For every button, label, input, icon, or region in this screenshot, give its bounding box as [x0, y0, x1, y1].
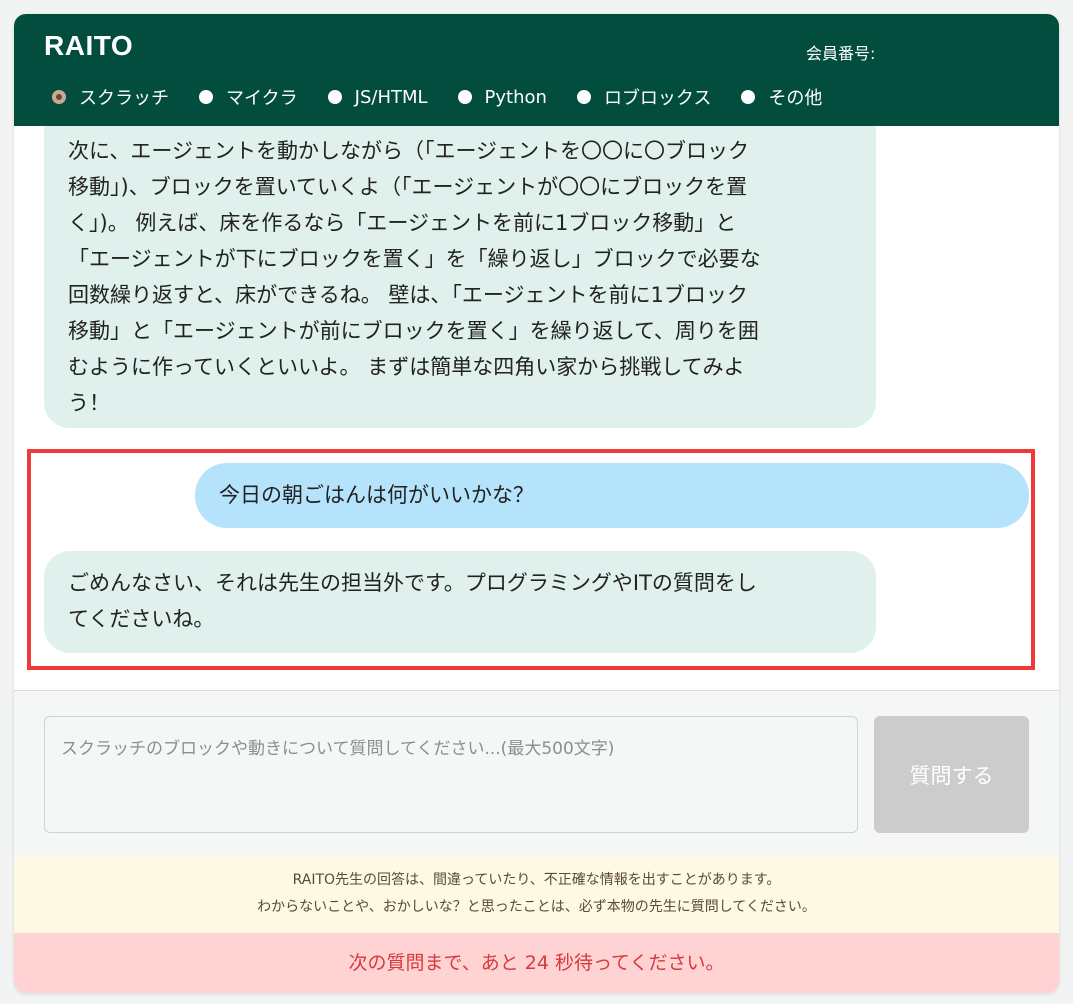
cooldown-message: 次の質問まで、あと 24 秒待ってください。: [14, 933, 1059, 993]
bot-message-bubble: ごめんなさい、それは先生の担当外です。プログラミングやITの質問をし てください…: [44, 551, 876, 653]
radio-label: スクラッチ: [79, 88, 169, 109]
submit-question-button[interactable]: 質問する: [874, 716, 1029, 833]
radio-label: Python: [484, 86, 547, 108]
input-area: 質問する: [14, 691, 1059, 857]
disclaimer-notice: RAITO先生の回答は、間違っていたり、不正確な情報を出すことがあります。 わか…: [14, 857, 1059, 933]
chat-log[interactable]: 次に、エージェントを動かしながら（「エージェントを〇〇に〇ブロック 移動」)、ブ…: [14, 126, 1059, 690]
message-line: 「エージェントが下にブロックを置く」を「繰り返し」ブロックで必要な: [68, 247, 761, 271]
radio-unchecked-icon: [457, 90, 472, 104]
radio-label: マイクラ: [226, 88, 298, 109]
radio-label: その他: [768, 88, 823, 109]
question-input[interactable]: [44, 716, 858, 833]
header: RAITO 会員番号: スクラッチ マイクラ JS/HTML Python ロブ…: [14, 14, 1059, 126]
member-number-label: 会員番号:: [806, 44, 876, 63]
message-line: てくださいね。: [68, 607, 215, 631]
radio-label: JS/HTML: [354, 86, 428, 108]
radio-unchecked-icon: [576, 90, 591, 104]
notice-line: RAITO先生の回答は、間違っていたり、不正確な情報を出すことがあります。: [292, 872, 781, 888]
radio-scratch[interactable]: スクラッチ: [52, 84, 169, 110]
radio-checked-icon: [52, 90, 66, 104]
notice-line: わからないことや、おかしいな？と思ったことは、必ず本物の先生に質問してください。: [257, 899, 816, 915]
radio-label: ロブロックス: [603, 88, 712, 109]
message-line: く」)。 例えば、床を作るなら「エージェントを前に1ブロック移動」と: [68, 211, 737, 235]
message-line: 移動」と「エージェントが前にブロックを置く」を繰り返して、周りを囲: [68, 319, 759, 343]
radio-unchecked-icon: [199, 90, 213, 104]
message-line: 回数繰り返すと、床ができるね。 壁は、「エージェントを前に1ブロック: [68, 283, 748, 307]
user-message-bubble: 今日の朝ごはんは何がいいかな？: [195, 463, 1029, 528]
radio-unchecked-icon: [327, 90, 342, 104]
message-line: 今日の朝ごはんは何がいいかな？: [219, 483, 534, 507]
radio-unchecked-icon: [741, 90, 756, 104]
radio-python[interactable]: Python: [457, 86, 547, 108]
language-radio-group: スクラッチ マイクラ JS/HTML Python ロブロックス その他: [52, 84, 852, 110]
bot-message-bubble: 次に、エージェントを動かしながら（「エージェントを〇〇に〇ブロック 移動」)、ブ…: [44, 126, 876, 428]
radio-minecraft[interactable]: マイクラ: [199, 84, 298, 110]
brand-logo: RAITO: [44, 30, 134, 61]
message-line: 移動」)、ブロックを置いていくよ（「エージェントが〇〇にブロックを置: [68, 175, 748, 199]
radio-js-html[interactable]: JS/HTML: [327, 86, 428, 108]
message-line: ごめんなさい、それは先生の担当外です。プログラミングやITの質問をし: [68, 571, 757, 595]
radio-roblox[interactable]: ロブロックス: [576, 84, 712, 110]
radio-other[interactable]: その他: [741, 84, 822, 110]
message-line: 次に、エージェントを動かしながら（「エージェントを〇〇に〇ブロック: [68, 139, 750, 163]
message-line: う！: [68, 391, 110, 415]
chat-app: RAITO 会員番号: スクラッチ マイクラ JS/HTML Python ロブ…: [14, 14, 1059, 993]
message-line: むように作っていくといいよ。 まずは簡単な四角い家から挑戦してみよ: [68, 355, 745, 379]
